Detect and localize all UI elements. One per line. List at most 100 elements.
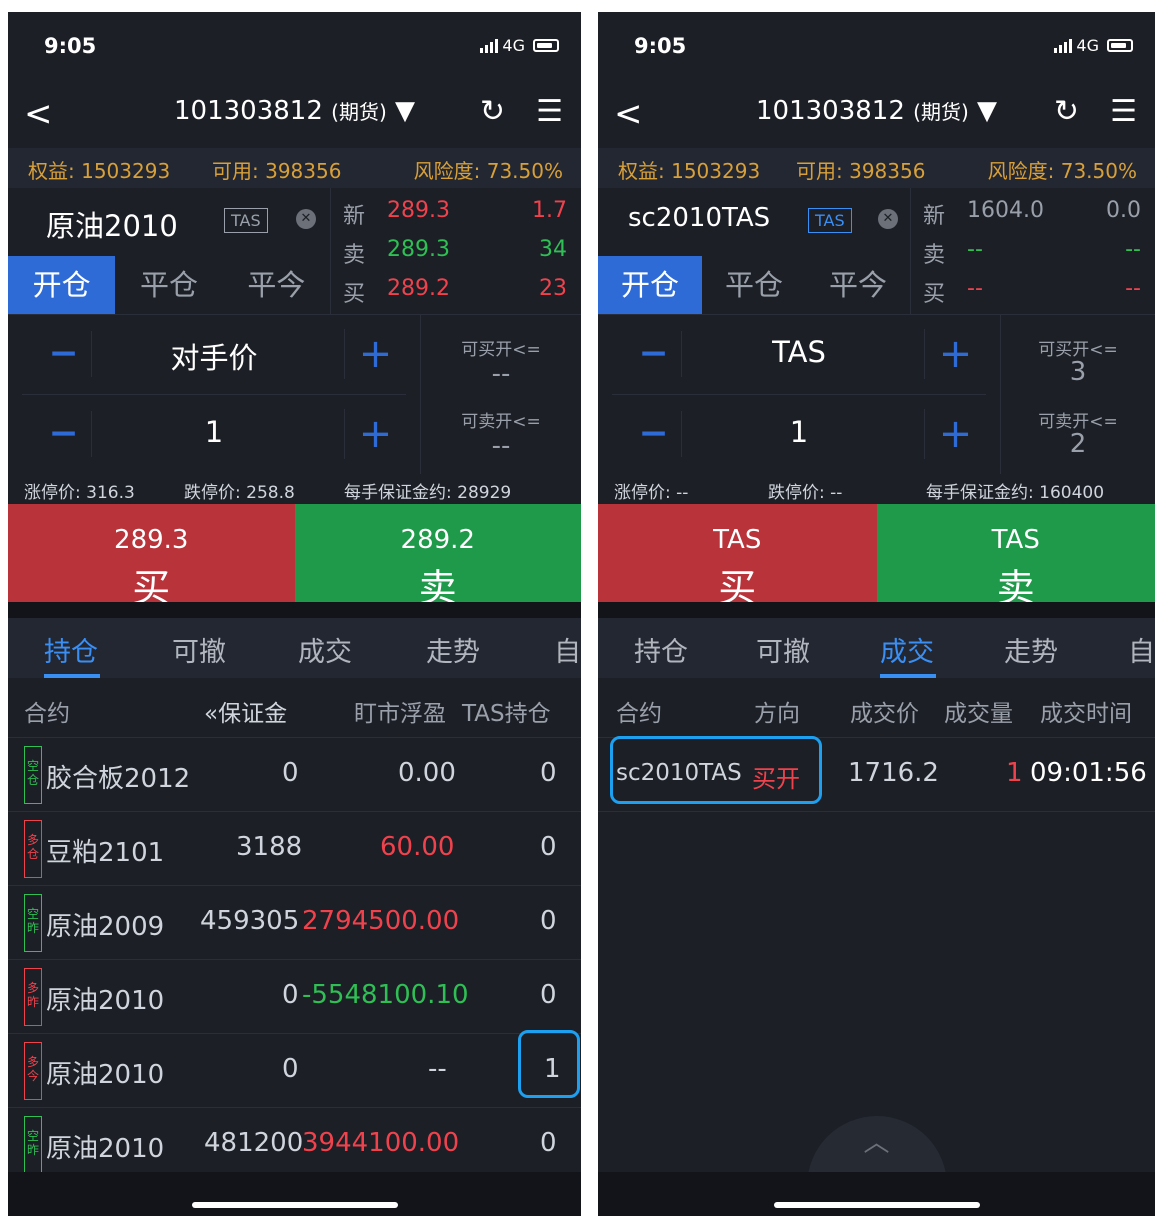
tab-close-today[interactable]: 平今	[806, 256, 910, 314]
qty-plus-button[interactable]: +	[344, 409, 406, 459]
table-header: 合约 方向 成交价 成交量 成交时间	[598, 678, 1155, 738]
row-tas: 0	[540, 1128, 557, 1158]
tas-tag[interactable]: TAS	[808, 208, 852, 233]
price-input[interactable]: TAS	[686, 335, 912, 369]
quote-price: --	[967, 276, 983, 301]
menu-icon[interactable]: ☰	[536, 94, 563, 129]
order-form: − TAS + − 1 +	[598, 314, 1000, 474]
position-badge: 多昨	[24, 968, 42, 1026]
col-qty: 成交量	[944, 701, 1013, 727]
price-minus-button[interactable]: −	[626, 331, 682, 377]
tab-positions[interactable]: 持仓	[44, 630, 98, 669]
tab-custom[interactable]: 自	[554, 630, 581, 669]
account-number: 101303812	[755, 96, 905, 126]
table-row[interactable]: 空昨 原油2010 481200 3944100.00 0	[8, 1108, 581, 1182]
qty-plus-button[interactable]: +	[924, 409, 986, 459]
left-screen: 9:05 4G < 101303812 (期货) ▼ ↻ ☰ 权益: 15032…	[8, 12, 581, 1216]
buy-button[interactable]: 289.3 买	[8, 504, 295, 610]
row-pnl: -5548100.10	[302, 980, 469, 1010]
row-tas: 0	[540, 832, 557, 862]
position-badge: 空昨	[24, 894, 42, 952]
qty-minus-button[interactable]: −	[36, 411, 92, 457]
row-pnl: 3944100.00	[302, 1128, 460, 1158]
divider	[598, 602, 1155, 618]
margin-per-lot: 每手保证金约: 160400	[926, 483, 1105, 503]
status-bar: 9:05 4G	[8, 12, 581, 80]
status-right: 4G	[480, 36, 559, 55]
right-screen: 9:05 4G < 101303812 (期货) ▼ ↻ ☰ 权益: 15032…	[598, 12, 1155, 1216]
quote-vol: --	[1125, 276, 1141, 301]
col-margin[interactable]: «保证金	[204, 694, 287, 728]
status-right: 4G	[1054, 36, 1133, 55]
can-sell-value: --	[491, 431, 511, 461]
tab-open[interactable]: 开仓	[598, 256, 702, 314]
home-indicator[interactable]	[191, 1202, 398, 1208]
limit-up: 涨停价: 316.3	[24, 483, 135, 503]
col-pnl: 盯市浮盈	[354, 701, 446, 727]
qty-row: − 1 +	[612, 395, 986, 475]
home-area	[8, 1172, 581, 1216]
qty-input[interactable]: 1	[96, 415, 332, 449]
bottom-tabs: 持仓 可撤 成交 走势 自	[598, 618, 1155, 678]
highlight-box	[610, 736, 822, 804]
network-label: 4G	[1076, 36, 1099, 55]
table-row[interactable]: 多今 原油2010 0 -- 1	[8, 1034, 581, 1108]
tab-close[interactable]: 平仓	[115, 256, 222, 314]
tab-trades[interactable]: 成交	[298, 630, 352, 669]
buy-price: TAS	[713, 525, 762, 555]
refresh-icon[interactable]: ↻	[1054, 94, 1079, 129]
quote-vol: --	[1125, 237, 1141, 262]
tab-close[interactable]: 平仓	[702, 256, 806, 314]
available-panel: 可买开<= 3 可卖开<= 2	[1000, 314, 1155, 474]
table-row[interactable]: 多仓 豆粕2101 3188 60.00 0	[8, 812, 581, 886]
buy-button[interactable]: TAS 买	[598, 504, 877, 610]
close-icon[interactable]: ✕	[878, 209, 898, 229]
price-minus-button[interactable]: −	[36, 331, 92, 377]
divider	[8, 602, 581, 618]
tab-open[interactable]: 开仓	[8, 256, 116, 314]
qty-input[interactable]: 1	[686, 415, 912, 449]
tab-positions[interactable]: 持仓	[634, 630, 688, 669]
price-input[interactable]: 对手价	[96, 335, 332, 377]
contract-selector[interactable]: sc2010TAS TAS ✕	[598, 188, 910, 256]
sell-button[interactable]: 289.2 卖	[294, 504, 581, 610]
table-row[interactable]: 空仓 胶合板2012 0 0.00 0	[8, 738, 581, 812]
tab-close-today[interactable]: 平今	[223, 256, 330, 314]
tab-cancelable[interactable]: 可撤	[756, 630, 810, 669]
tas-tag[interactable]: TAS	[224, 208, 268, 233]
tab-trades[interactable]: 成交	[880, 630, 934, 669]
tab-trend[interactable]: 走势	[1004, 630, 1058, 669]
available: 可用: 398356	[796, 159, 926, 183]
equity: 权益: 1503293	[28, 159, 171, 183]
can-buy-value: --	[491, 359, 511, 389]
limit-down: 跌停价: 258.8	[184, 483, 295, 503]
home-indicator[interactable]	[773, 1202, 980, 1208]
table-row[interactable]: 多昨 原油2010 0 -5548100.10 0	[8, 960, 581, 1034]
col-time: 成交时间	[1040, 701, 1132, 727]
tab-trend[interactable]: 走势	[426, 630, 480, 669]
limits-bar: 涨停价: -- 跌停价: -- 每手保证金约: 160400	[598, 474, 1155, 504]
quote-bid: 买 289.2 23	[343, 270, 567, 310]
quote-price: 1604.0	[967, 198, 1044, 223]
sell-price: TAS	[991, 525, 1040, 555]
price-plus-button[interactable]: +	[924, 329, 986, 379]
tab-custom[interactable]: 自	[1128, 630, 1155, 669]
row-margin: 459305	[200, 906, 300, 936]
can-sell-label: 可卖开<=	[461, 412, 541, 432]
close-icon[interactable]: ✕	[296, 209, 316, 229]
contract-selector[interactable]: 原油2010 TAS ✕	[8, 188, 330, 256]
row-margin: 3188	[236, 832, 303, 862]
sell-button[interactable]: TAS 卖	[876, 504, 1155, 610]
menu-icon[interactable]: ☰	[1110, 94, 1137, 129]
margin-per-lot: 每手保证金约: 28929	[344, 483, 512, 503]
price-row: − 对手价 +	[22, 315, 406, 395]
tab-cancelable[interactable]: 可撤	[172, 630, 226, 669]
col-contract: 合约	[24, 701, 70, 727]
signal-icon	[1054, 38, 1073, 53]
table-row[interactable]: 空昨 原油2009 459305 2794500.00 0	[8, 886, 581, 960]
refresh-icon[interactable]: ↻	[480, 94, 505, 129]
qty-minus-button[interactable]: −	[626, 411, 682, 457]
row-tas: 0	[540, 906, 557, 936]
price-plus-button[interactable]: +	[344, 329, 406, 379]
available: 可用: 398356	[212, 159, 342, 183]
